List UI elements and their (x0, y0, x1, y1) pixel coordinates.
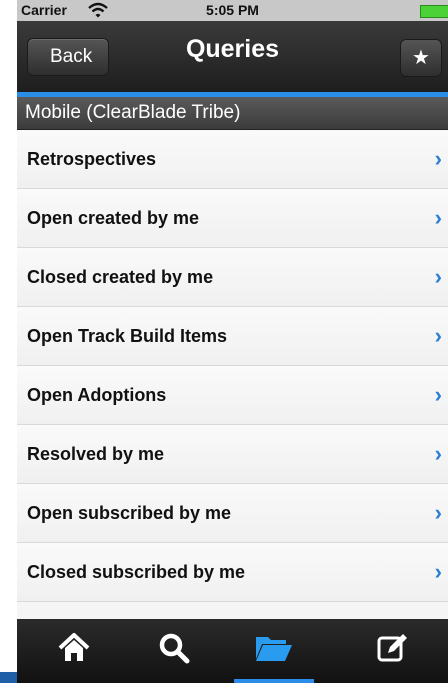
list-item-label: Retrospectives (27, 149, 157, 169)
list-item[interactable]: Closed created by me › (17, 248, 448, 307)
clock: 5:05 PM (206, 2, 259, 18)
list-item-label: Closed subscribed by me (27, 562, 246, 582)
navigation-bar: Back Queries ★ (17, 21, 448, 97)
list-item[interactable]: Open subscribed by me › (17, 484, 448, 543)
list-item[interactable]: Resolved by me › (17, 425, 448, 484)
list-item[interactable]: Open Adoptions › (17, 366, 448, 425)
query-list: Retrospectives › Open created by me › Clos… (17, 130, 448, 602)
chevron-right-icon: › (434, 500, 442, 525)
list-item[interactable]: Retrospectives › (17, 130, 448, 189)
compose-icon (377, 634, 407, 662)
tab-search[interactable] (129, 619, 219, 683)
tab-compose[interactable] (347, 619, 437, 683)
list-item-label: Open Adoptions (27, 385, 167, 405)
chevron-right-icon: › (434, 323, 442, 348)
star-button[interactable]: ★ (400, 39, 442, 77)
list-item[interactable]: Open Track Build Items › (17, 307, 448, 366)
section-header: Mobile (ClearBlade Tribe) (17, 97, 448, 130)
list-item[interactable]: Open created by me › (17, 189, 448, 248)
list-item-label: Open subscribed by me (27, 503, 232, 523)
list-item-label: Closed created by me (27, 267, 214, 287)
search-icon (159, 633, 190, 664)
chevron-right-icon: › (434, 441, 442, 466)
list-item[interactable]: Closed subscribed by me › (17, 543, 448, 602)
tab-folder[interactable] (229, 619, 319, 683)
list-item-label: Open Track Build Items (27, 326, 228, 346)
star-icon: ★ (412, 47, 430, 69)
chevron-right-icon: › (434, 559, 442, 584)
chevron-right-icon: › (434, 264, 442, 289)
folder-icon (256, 637, 292, 661)
window-edge (0, 672, 17, 683)
page-title: Queries (185, 35, 280, 63)
chevron-right-icon: › (434, 205, 442, 230)
chevron-right-icon: › (434, 382, 442, 407)
chevron-right-icon: › (434, 146, 442, 171)
tab-bar (17, 619, 448, 683)
battery-icon (420, 5, 448, 18)
phone-screen: Carrier 5:05 PM Back Queries ★ Mobile (C… (17, 0, 448, 683)
list-item-label: Resolved by me (27, 444, 165, 464)
list-item-label: Open created by me (27, 208, 200, 228)
home-icon (58, 633, 90, 661)
tab-home[interactable] (29, 619, 119, 683)
status-bar: Carrier 5:05 PM (17, 0, 448, 21)
